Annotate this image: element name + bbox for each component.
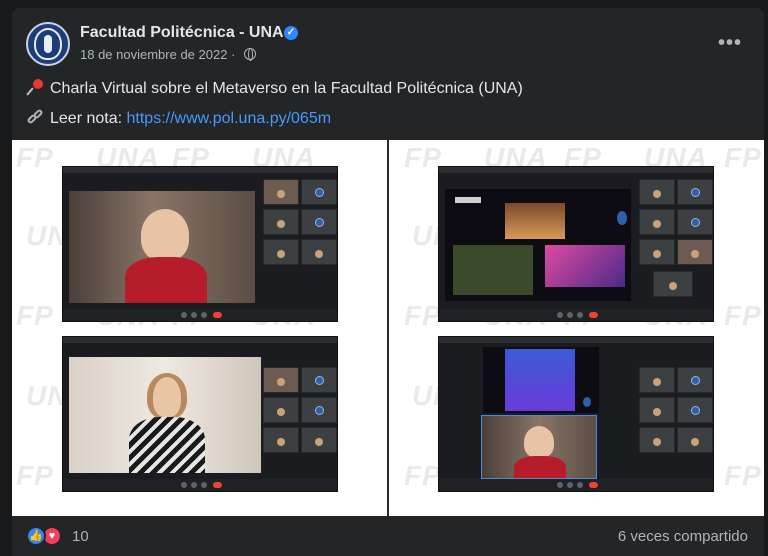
page-avatar[interactable] bbox=[26, 22, 70, 66]
post-footer: 👍 ♥ 10 6 veces compartido bbox=[12, 516, 764, 556]
metaverse-slide bbox=[445, 189, 631, 301]
more-options-icon[interactable]: ••• bbox=[718, 32, 742, 55]
reaction-count[interactable]: 10 bbox=[72, 528, 89, 545]
una-seal-logo bbox=[34, 28, 62, 60]
meeting-screenshot-4[interactable] bbox=[438, 336, 714, 492]
verified-badge-icon: ✓ bbox=[284, 26, 298, 40]
speaker-video bbox=[481, 415, 597, 479]
speaker-video bbox=[69, 357, 261, 473]
post-link[interactable]: https://www.pol.una.py/065m bbox=[127, 110, 332, 127]
post-text: Charla Virtual sobre el Metaverso en la … bbox=[50, 80, 523, 97]
post-image-collage[interactable]: FPUNAFPUNAFPUNAFPUNAFP UNAFPUNAFPUNAFPUN… bbox=[12, 140, 764, 516]
like-icon[interactable]: 👍 bbox=[26, 526, 46, 546]
link-icon bbox=[26, 108, 44, 126]
poster-slide bbox=[483, 347, 599, 413]
post-text-line2: Leer nota: https://www.pol.una.py/065m bbox=[26, 108, 331, 128]
post-date[interactable]: 18 de noviembre de 2022 · bbox=[80, 47, 257, 62]
speaker-video bbox=[69, 191, 255, 303]
post-header: Facultad Politécnica - UNA ✓ 18 de novie… bbox=[26, 22, 746, 66]
meeting-screenshot-2[interactable] bbox=[62, 336, 338, 492]
pushpin-icon bbox=[26, 78, 44, 96]
page-name[interactable]: Facultad Politécnica - UNA bbox=[80, 24, 284, 42]
globe-icon bbox=[244, 48, 257, 61]
collage-divider bbox=[387, 140, 389, 516]
facebook-post-card: Facultad Politécnica - UNA ✓ 18 de novie… bbox=[12, 8, 764, 556]
meeting-screenshot-3[interactable] bbox=[438, 166, 714, 322]
post-text-line1: Charla Virtual sobre el Metaverso en la … bbox=[26, 78, 523, 98]
meeting-screenshot-1[interactable] bbox=[62, 166, 338, 322]
read-note-label: Leer nota: bbox=[50, 110, 127, 127]
share-count[interactable]: 6 veces compartido bbox=[618, 528, 748, 545]
post-date-text[interactable]: 18 de noviembre de 2022 · bbox=[80, 47, 235, 62]
page-name-text[interactable]: Facultad Politécnica - UNA bbox=[80, 24, 284, 41]
